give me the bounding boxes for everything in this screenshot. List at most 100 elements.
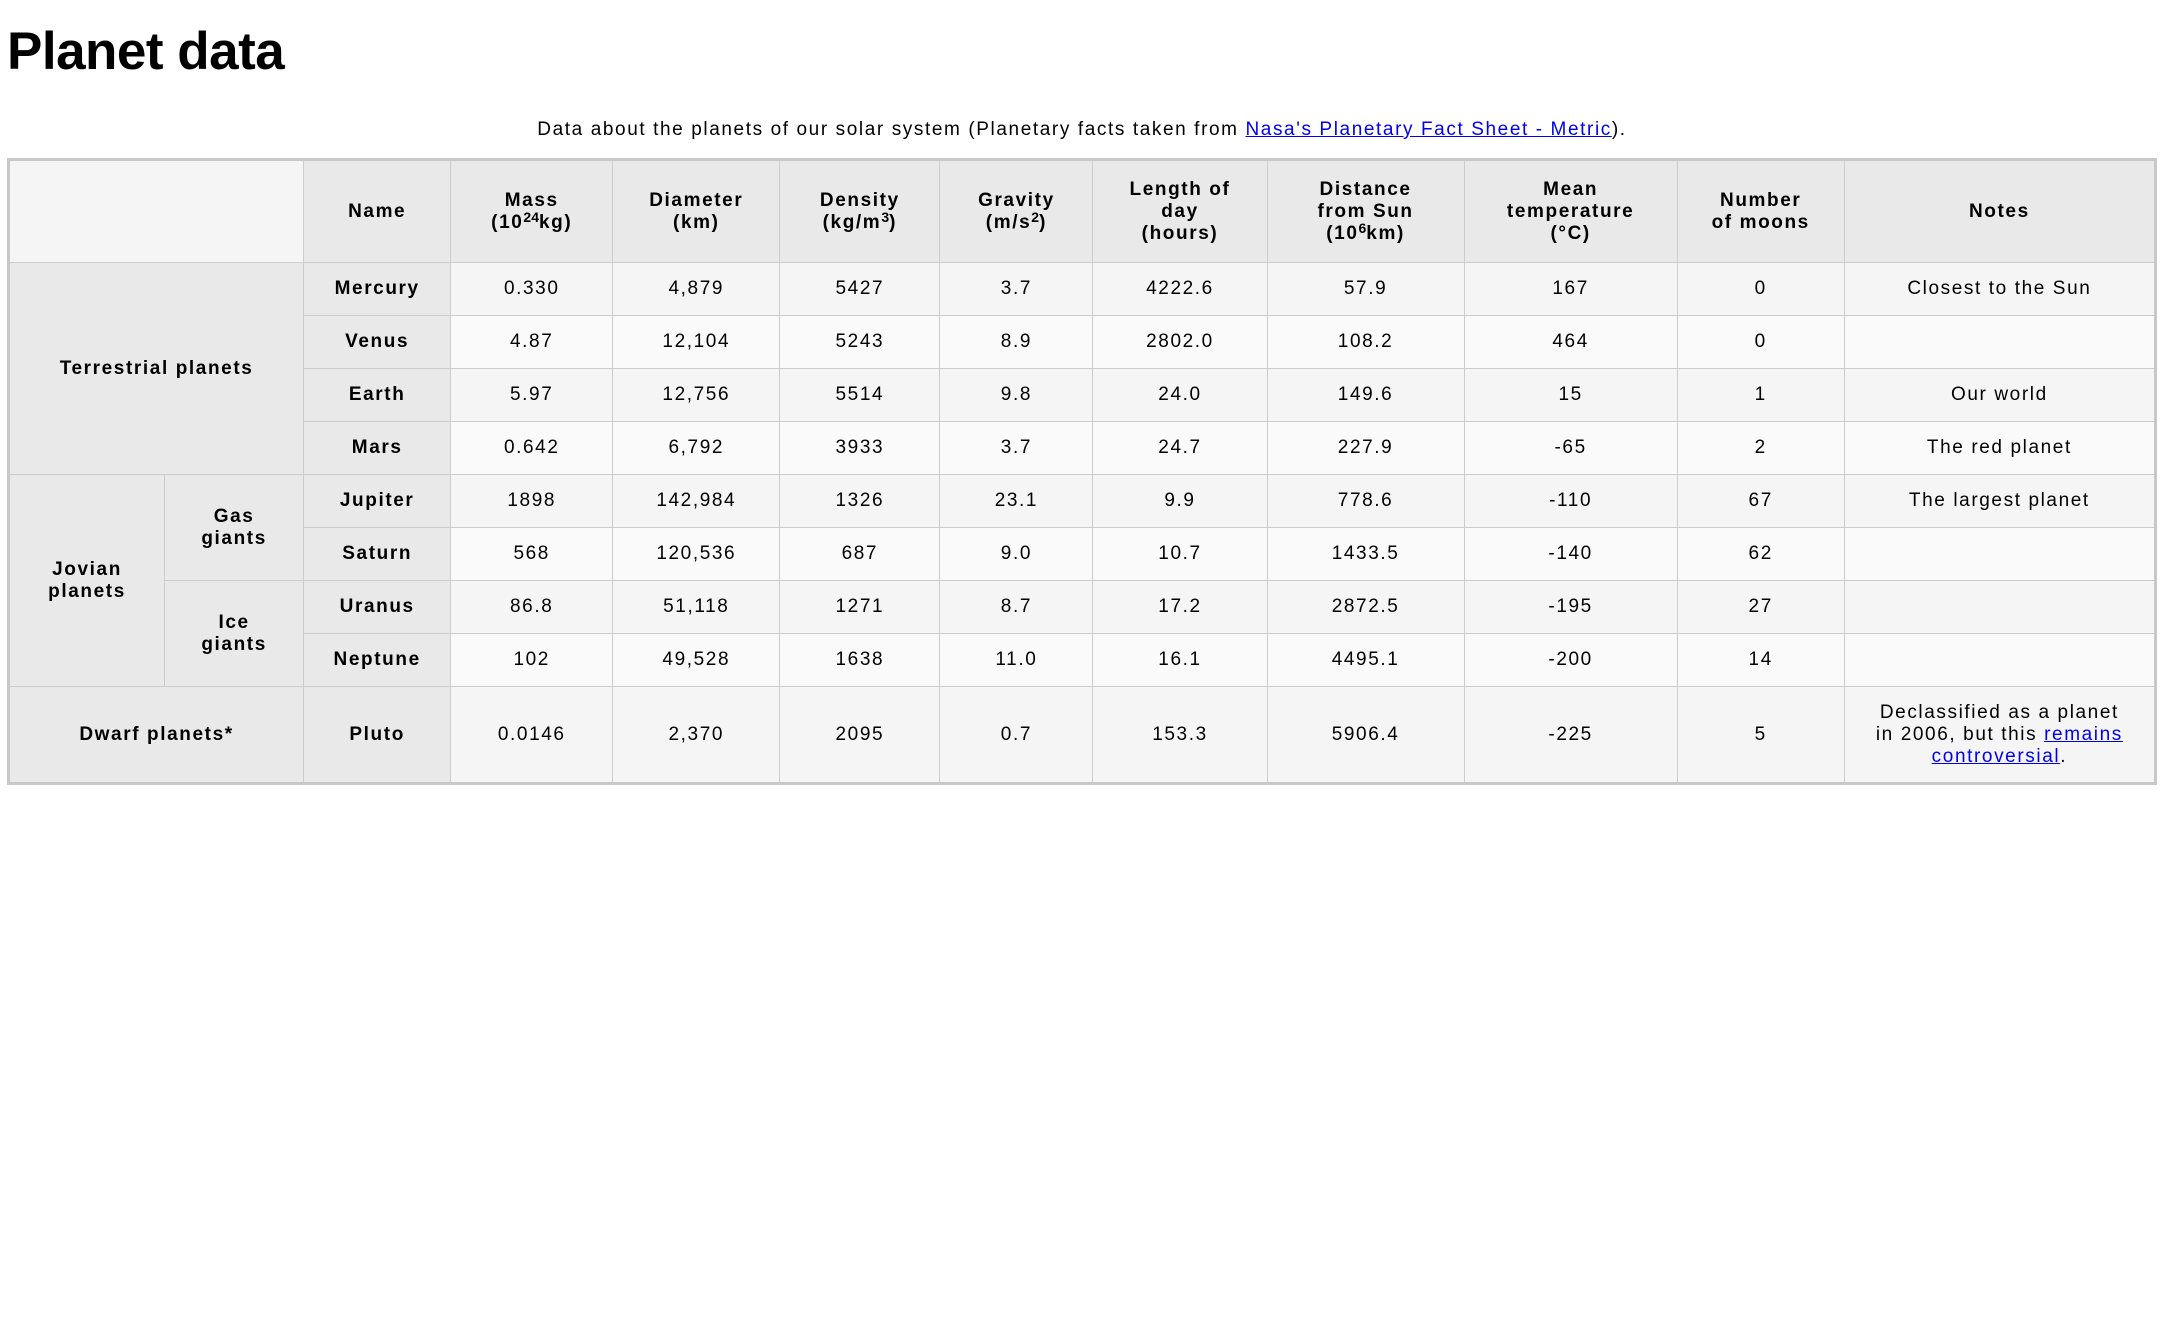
moons-cell: 27 xyxy=(1676,580,1845,634)
distance-cell: 778.6 xyxy=(1266,474,1465,528)
day-length-cell: 9.9 xyxy=(1092,474,1268,528)
header-row: Name Mass (1024kg) Diameter (km) Density (k… xyxy=(7,159,2157,263)
notes-cell: Closest to the Sun xyxy=(1843,262,2157,316)
gravity-cell: 23.1 xyxy=(939,474,1094,528)
distance-cell: 4495.1 xyxy=(1266,633,1465,687)
table-row: Ice giants Uranus 86.8 51,118 1271 8.7 17… xyxy=(9,580,2157,687)
table-row: Terrestrial planets Mercury 0.330 4,879 … xyxy=(7,262,2157,475)
moons-cell: 0 xyxy=(1676,315,1845,369)
temperature-cell: -200 xyxy=(1463,633,1678,687)
planet-name: Pluto xyxy=(303,686,452,784)
distance-cell: 5906.4 xyxy=(1266,686,1465,784)
header-number-of-moons: Number of moons xyxy=(1676,159,1845,263)
gravity-cell: 8.9 xyxy=(939,315,1094,369)
diameter-cell: 120,536 xyxy=(612,527,781,581)
temperature-cell: -110 xyxy=(1463,474,1678,528)
density-cell: 1638 xyxy=(779,633,941,687)
moons-cell: 62 xyxy=(1676,527,1845,581)
notes-cell xyxy=(1843,315,2157,369)
mass-cell: 0.330 xyxy=(450,262,614,316)
mass-cell: 86.8 xyxy=(450,580,614,634)
day-length-cell: 2802.0 xyxy=(1092,315,1268,369)
temperature-cell: 167 xyxy=(1463,262,1678,316)
gravity-cell: 11.0 xyxy=(939,633,1094,687)
moons-cell: 5 xyxy=(1676,686,1845,784)
group-ice-giants: Ice giants xyxy=(164,580,305,687)
header-corner xyxy=(7,159,305,263)
moons-cell: 0 xyxy=(1676,262,1845,316)
planet-name: Earth xyxy=(303,368,452,422)
table-row: Earth 5.97 12,756 5514 9.8 24.0 149.6 15… xyxy=(9,368,2157,422)
gravity-cell: 3.7 xyxy=(939,421,1094,475)
header-density: Density (kg/m3) xyxy=(779,159,941,263)
density-cell: 5243 xyxy=(779,315,941,369)
gravity-cell: 8.7 xyxy=(939,580,1094,634)
planet-data-table: Data about the planets of our solar syst… xyxy=(7,120,2157,785)
group-terrestrial-planets: Terrestrial planets xyxy=(7,262,305,475)
moons-cell: 14 xyxy=(1676,633,1845,687)
mass-cell: 568 xyxy=(450,527,614,581)
header-mass: Mass (1024kg) xyxy=(450,159,614,263)
diameter-cell: 49,528 xyxy=(612,633,781,687)
header-distance: Distance from Sun (106km) xyxy=(1266,159,1465,263)
moons-cell: 67 xyxy=(1676,474,1845,528)
table-row: Mars 0.642 6,792 3933 3.7 24.7 227.9 -65… xyxy=(9,421,2157,475)
distance-cell: 57.9 xyxy=(1266,262,1465,316)
moons-cell: 2 xyxy=(1676,421,1845,475)
density-cell: 5514 xyxy=(779,368,941,422)
group-jovian-planets: Jovian planets xyxy=(7,474,166,687)
mass-cell: 0.642 xyxy=(450,421,614,475)
mass-cell: 102 xyxy=(450,633,614,687)
notes-cell xyxy=(1843,527,2157,581)
notes-cell: Declassified as a planet in 2006, but thi… xyxy=(1843,686,2157,784)
table-row: Dwarf planets* Pluto 0.0146 2,370 2095 0… xyxy=(7,686,2157,784)
notes-cell: The largest planet xyxy=(1843,474,2157,528)
group-dwarf-planets: Dwarf planets* xyxy=(7,686,305,784)
header-length-of-day: Length of day (hours) xyxy=(1092,159,1268,263)
density-cell: 5427 xyxy=(779,262,941,316)
group-gas-giants: Gas giants xyxy=(164,474,305,581)
moons-cell: 1 xyxy=(1676,368,1845,422)
temperature-cell: -225 xyxy=(1463,686,1678,784)
planet-name: Venus xyxy=(303,315,452,369)
distance-cell: 149.6 xyxy=(1266,368,1465,422)
mass-cell: 5.97 xyxy=(450,368,614,422)
density-cell: 687 xyxy=(779,527,941,581)
temperature-cell: -140 xyxy=(1463,527,1678,581)
table-row: Jovian planets Gas giants Jupiter 1898 142… xyxy=(7,474,2157,687)
notes-cell xyxy=(1843,580,2157,634)
mass-cell: 1898 xyxy=(450,474,614,528)
density-cell: 1326 xyxy=(779,474,941,528)
mass-cell: 0.0146 xyxy=(450,686,614,784)
planet-name: Mars xyxy=(303,421,452,475)
table-caption: Data about the planets of our solar syst… xyxy=(537,119,1627,140)
diameter-cell: 12,756 xyxy=(612,368,781,422)
nasa-fact-sheet-link[interactable]: Nasa's Planetary Fact Sheet - Metric xyxy=(1245,119,1611,140)
table-row: Saturn 568 120,536 687 9.0 10.7 1433.5 -… xyxy=(9,527,2157,581)
header-mean-temperature: Mean temperature (°C) xyxy=(1463,159,1678,263)
header-diameter: Diameter (km) xyxy=(612,159,781,263)
planet-name: Jupiter xyxy=(303,474,452,528)
day-length-cell: 153.3 xyxy=(1092,686,1268,784)
gravity-cell: 9.8 xyxy=(939,368,1094,422)
density-cell: 3933 xyxy=(779,421,941,475)
header-name: Name xyxy=(303,159,452,263)
table-row: Neptune 102 49,528 1638 11.0 16.1 4495.1… xyxy=(9,633,2157,687)
day-length-cell: 4222.6 xyxy=(1092,262,1268,316)
notes-cell: The red planet xyxy=(1843,421,2157,475)
gravity-cell: 0.7 xyxy=(939,686,1094,784)
day-length-cell: 24.7 xyxy=(1092,421,1268,475)
density-cell: 1271 xyxy=(779,580,941,634)
temperature-cell: -195 xyxy=(1463,580,1678,634)
diameter-cell: 12,104 xyxy=(612,315,781,369)
temperature-cell: 464 xyxy=(1463,315,1678,369)
planet-name: Neptune xyxy=(303,633,452,687)
table-row: Venus 4.87 12,104 5243 8.9 2802.0 108.2 … xyxy=(9,315,2157,369)
gravity-cell: 3.7 xyxy=(939,262,1094,316)
day-length-cell: 10.7 xyxy=(1092,527,1268,581)
planet-name: Mercury xyxy=(303,262,452,316)
distance-cell: 108.2 xyxy=(1266,315,1465,369)
planet-name: Saturn xyxy=(303,527,452,581)
day-length-cell: 17.2 xyxy=(1092,580,1268,634)
density-cell: 2095 xyxy=(779,686,941,784)
